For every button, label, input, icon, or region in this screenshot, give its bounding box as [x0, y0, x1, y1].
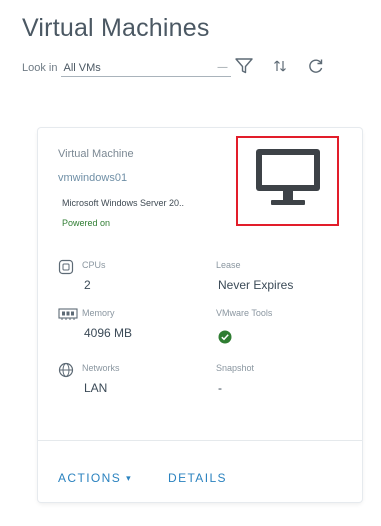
check-circle-icon	[218, 330, 232, 344]
page-title: Virtual Machines	[22, 14, 210, 42]
card-divider	[38, 440, 362, 441]
cpu-icon	[58, 259, 74, 275]
look-in-select[interactable]: All VMs —	[61, 59, 232, 77]
toolbar	[233, 55, 327, 77]
monitor-icon	[253, 145, 323, 218]
vm-card[interactable]: Virtual Machine vmwindows01 Microsoft Wi…	[38, 128, 362, 502]
memory-icon	[58, 307, 78, 323]
lease-value: Never Expires	[218, 278, 294, 292]
vmware-tools-label: VMware Tools	[216, 308, 273, 318]
filter-icon[interactable]	[233, 55, 255, 77]
monitor-highlight	[236, 136, 339, 226]
network-icon	[58, 362, 74, 378]
details-button[interactable]: DETAILS	[168, 471, 227, 485]
chevron-down-icon: —	[217, 62, 228, 73]
actions-button[interactable]: ACTIONS ▾	[58, 471, 132, 485]
details-label: DETAILS	[168, 471, 227, 485]
sort-icon[interactable]	[269, 55, 291, 77]
card-header-label: Virtual Machine	[58, 148, 134, 160]
cpus-label: CPUs	[82, 260, 106, 270]
networks-value: LAN	[84, 381, 108, 395]
lease-label: Lease	[216, 260, 241, 270]
snapshot-value: -	[218, 381, 222, 395]
chevron-down-icon: ▾	[126, 472, 133, 483]
look-in-label: Look in	[22, 62, 58, 74]
vm-os: Microsoft Windows Server 20..	[62, 198, 185, 208]
vm-name[interactable]: vmwindows01	[58, 172, 127, 184]
look-in-value: All VMs	[63, 61, 101, 74]
memory-label: Memory	[82, 308, 115, 318]
networks-label: Networks	[82, 363, 120, 373]
power-state: Powered on	[62, 218, 111, 228]
actions-label: ACTIONS	[58, 471, 122, 485]
cpus-value: 2	[84, 278, 91, 292]
refresh-icon[interactable]	[305, 55, 327, 77]
memory-value: 4096 MB	[84, 326, 133, 340]
look-in-filter: Look in All VMs —	[22, 58, 232, 78]
snapshot-label: Snapshot	[216, 363, 255, 373]
